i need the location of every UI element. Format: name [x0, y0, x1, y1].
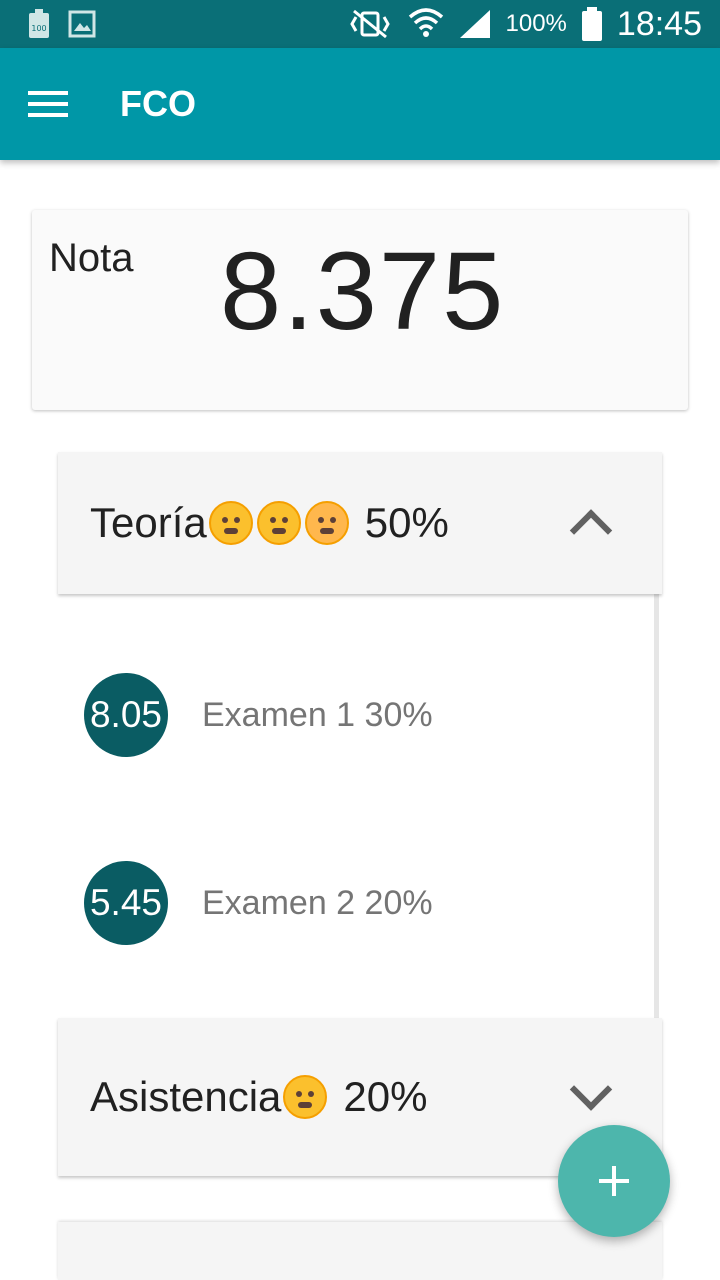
app-bar: FCO [0, 48, 720, 160]
gallery-notification-icon [68, 10, 96, 38]
wifi-icon [408, 7, 444, 41]
app-title: FCO [120, 83, 196, 124]
sleeping-face-icon [283, 1075, 328, 1119]
chevron-up-icon[interactable] [569, 509, 613, 552]
status-time: 18:45 [616, 4, 702, 43]
status-right-icons: 100% 18:45 [346, 5, 702, 44]
grade-label: Nota [49, 236, 134, 280]
item-label: Examen 2 20% [202, 883, 433, 922]
list-item-examen-2[interactable]: 5.45 Examen 2 20% [84, 861, 433, 945]
section-title-row: Teoría 50% [90, 499, 449, 547]
add-fab-button[interactable] [558, 1125, 670, 1237]
grade-circle: 5.45 [84, 861, 168, 945]
status-bar: 100 100% 18:45 [0, 0, 720, 48]
vibrate-mute-icon [346, 9, 394, 39]
battery-percent: 100% [505, 10, 567, 37]
section-header-next[interactable] [58, 1222, 662, 1280]
section-title-row: Asistencia 20% [90, 1073, 427, 1121]
chevron-down-icon[interactable] [569, 1068, 613, 1111]
section-title: Teoría [90, 499, 207, 546]
angry-face-icon [304, 501, 349, 545]
section-percent: 20% [343, 1073, 428, 1120]
battery-small-label: 100 [31, 24, 46, 33]
grade-circle: 8.05 [84, 673, 168, 757]
section-title: Asistencia [90, 1073, 282, 1120]
triumph-face-icon [208, 501, 253, 545]
sleepy-face-icon [256, 501, 301, 545]
status-left-icons: 100 [28, 9, 96, 39]
section-percent: 50% [364, 499, 449, 546]
grade-value: 8.375 [220, 230, 506, 353]
signal-icon [458, 8, 492, 40]
item-label: Examen 1 30% [202, 695, 433, 734]
battery-notification-icon: 100 [28, 9, 50, 39]
grade-card: Nota 8.375 [32, 210, 688, 410]
battery-icon [581, 7, 603, 41]
hamburger-menu-icon[interactable] [28, 76, 84, 132]
list-item-examen-1[interactable]: 8.05 Examen 1 30% [84, 673, 433, 757]
section-header-teoria[interactable]: Teoría 50% [58, 452, 662, 594]
